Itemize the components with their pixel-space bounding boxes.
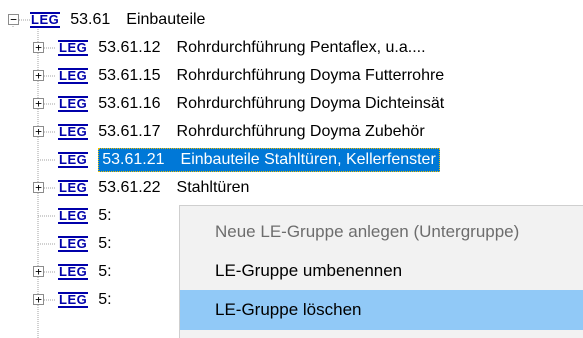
group-title: Rohrdurchführung Doyma Futterrohre <box>176 67 445 84</box>
context-menu-item[interactable]: LE-Gruppe löschen <box>180 290 583 330</box>
leg-badge: LEG <box>58 152 89 168</box>
group-title: Rohrdurchführung Doyma Zubehör <box>176 123 425 140</box>
tree-node[interactable]: LEG 5: <box>0 230 128 258</box>
tree-node[interactable]: + LEG 53.61.16 Rohrdurchführung Doyma Dicht… <box>0 90 444 118</box>
tree-node[interactable]: + LEG 5: <box>0 286 128 314</box>
selected-node-label[interactable]: 53.61.21 Einbauteile Stahltüren, Kellerfe… <box>98 148 440 172</box>
context-menu-item[interactable]: LE-Gruppe umbenennen <box>180 251 583 291</box>
group-title: Einbauteile Stahltüren, Kellerfenster <box>180 151 436 168</box>
expand-icon[interactable]: + <box>33 294 44 305</box>
expand-icon[interactable]: + <box>33 70 44 81</box>
leg-badge: LEG <box>58 292 89 308</box>
group-code: 53.61.17 <box>98 123 161 140</box>
group-title: Rohrdurchführung Pentaflex, u.a.... <box>176 39 426 56</box>
group-code: 53.61.12 <box>98 39 161 56</box>
leg-badge: LEG <box>58 124 89 140</box>
leg-badge: LEG <box>58 180 89 196</box>
group-title: Einbauteile <box>126 11 206 28</box>
tree-node[interactable]: + LEG 53.61.17 Rohrdurchführung Doyma Zubeh… <box>0 118 425 146</box>
group-title: Rohrdurchführung Doyma Dichteinsät <box>176 95 445 112</box>
tree-node[interactable]: LEG 53.61.21 Einbauteile Stahltüren, Kelle… <box>0 146 440 174</box>
expand-icon[interactable]: + <box>33 266 44 277</box>
group-code: 53.61.21 <box>102 151 165 168</box>
tree-node[interactable]: LEG 5: <box>0 202 128 230</box>
leg-badge: LEG <box>30 12 61 28</box>
group-code: 53.61 <box>70 11 111 28</box>
tree-node[interactable]: + LEG 53.61.12 Rohrdurchführung Pentaflex, … <box>0 34 426 62</box>
tree-node[interactable]: + LEG 5: <box>0 258 128 286</box>
expand-icon[interactable]: + <box>33 42 44 53</box>
context-menu: Neue LE-Gruppe anlegen (Untergruppe) LE-G… <box>180 206 583 338</box>
leg-badge: LEG <box>58 208 89 224</box>
collapse-icon[interactable]: − <box>8 14 19 25</box>
tree-node-root[interactable]: − LEG 53.61 Einbauteile <box>0 6 205 34</box>
tree-node[interactable]: + LEG 53.61.22 Stahltüren <box>0 174 249 202</box>
leg-badge: LEG <box>58 68 89 84</box>
group-code: 5: <box>98 207 112 224</box>
leg-badge: LEG <box>58 264 89 280</box>
group-code: 5: <box>98 291 112 308</box>
group-code: 53.61.22 <box>98 179 161 196</box>
context-menu-item: Neue LE-Gruppe anlegen (Untergruppe) <box>215 222 520 241</box>
group-code: 5: <box>98 235 112 252</box>
group-code: 53.61.16 <box>98 95 161 112</box>
group-title: Stahltüren <box>176 179 250 196</box>
group-code: 53.61.15 <box>98 67 161 84</box>
group-code: 5: <box>98 263 112 280</box>
leg-badge: LEG <box>58 236 89 252</box>
leg-badge: LEG <box>58 96 89 112</box>
expand-icon[interactable]: + <box>33 98 44 109</box>
expand-icon[interactable]: + <box>33 182 44 193</box>
tree-node[interactable]: + LEG 53.61.15 Rohrdurchführung Doyma Futte… <box>0 62 444 90</box>
leg-badge: LEG <box>58 40 89 56</box>
expand-icon[interactable]: + <box>33 126 44 137</box>
